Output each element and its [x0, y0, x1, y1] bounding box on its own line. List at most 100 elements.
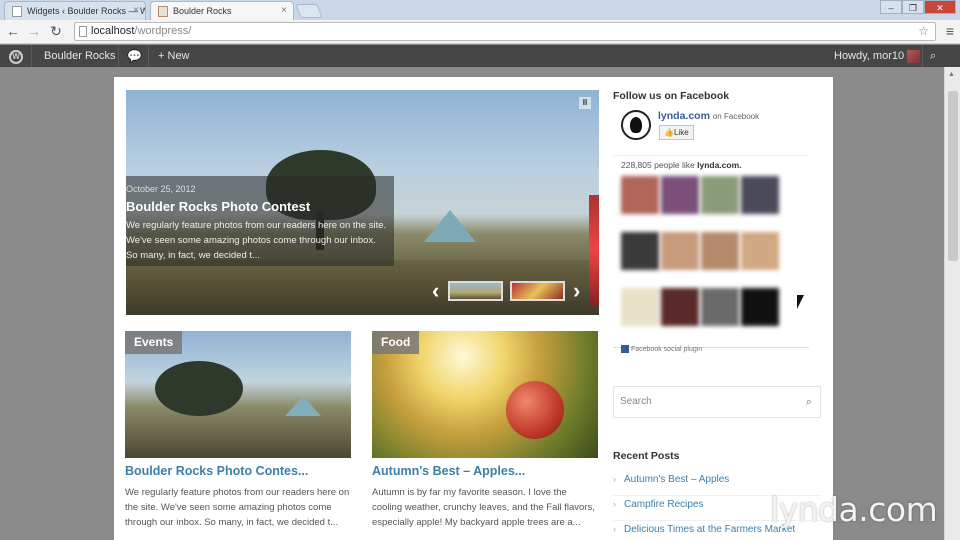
- fb-plugin-label: Facebook social plugin: [631, 345, 703, 353]
- slide-date: October 25, 2012: [126, 184, 196, 194]
- tab-label: Boulder Rocks: [173, 6, 232, 16]
- slide-thumbnail-1[interactable]: [448, 281, 503, 301]
- divider: [148, 45, 149, 67]
- howdy-text: Howdy, mor10: [834, 50, 905, 62]
- address-bar[interactable]: localhost/wordpress/ ☆: [74, 22, 936, 41]
- chevron-right-icon: ›: [613, 524, 616, 534]
- fan-avatar[interactable]: [741, 232, 779, 270]
- fan-avatar[interactable]: [621, 232, 659, 270]
- new-tab-button[interactable]: [295, 4, 323, 18]
- slide-caption: October 25, 2012 Boulder Rocks Photo Con…: [126, 176, 394, 266]
- fan-avatar[interactable]: [621, 288, 659, 326]
- forward-arrow-icon[interactable]: →: [25, 23, 43, 39]
- recent-posts-title: Recent Posts: [613, 450, 680, 462]
- search-icon[interactable]: ⌕: [930, 45, 936, 67]
- fan-avatar[interactable]: [741, 176, 779, 214]
- fb-count-prefix: 228,805 people like: [621, 160, 695, 170]
- facebook-widget-title: Follow us on Facebook: [613, 90, 730, 102]
- recent-post-label: Campfire Recipes: [624, 499, 704, 510]
- category-badge[interactable]: Food: [372, 331, 420, 354]
- scroll-thumb[interactable]: [948, 91, 958, 261]
- fb-page-link[interactable]: lynda.com on Facebook: [658, 110, 759, 122]
- lynda-logo-icon[interactable]: [621, 110, 651, 140]
- page-favicon-icon: [12, 6, 22, 17]
- maximize-icon[interactable]: ❐: [902, 0, 924, 14]
- post-excerpt: Autumn is by far my favorite season. I l…: [372, 487, 595, 528]
- fan-avatar[interactable]: [701, 288, 739, 326]
- fan-avatar[interactable]: [621, 176, 659, 214]
- post-title-link[interactable]: Autumn's Best – Apples...: [372, 464, 598, 478]
- scroll-up-icon[interactable]: ▲: [948, 71, 955, 78]
- thumbnail-tree: [155, 361, 243, 416]
- fb-like-count: 228,805 people like lynda.com.: [613, 155, 809, 170]
- slide-thumbnail-2[interactable]: [510, 281, 565, 301]
- url-host: localhost: [91, 25, 135, 37]
- fb-social-plugin-link[interactable]: Facebook social plugin: [613, 345, 809, 353]
- facebook-like-box: lynda.com on Facebook 👍Like 228,805 peop…: [613, 108, 809, 353]
- close-icon[interactable]: ×: [133, 5, 139, 16]
- fb-count-name: lynda.com.: [697, 160, 742, 170]
- url-path: /wordpress/: [134, 25, 192, 37]
- divider: [118, 45, 119, 67]
- close-icon[interactable]: ×: [281, 5, 287, 16]
- fan-avatar[interactable]: [661, 232, 699, 270]
- window-close-icon[interactable]: ✕: [924, 0, 956, 14]
- avatar: [907, 49, 921, 63]
- thumbnail-apple: [506, 381, 564, 439]
- fb-page-name: lynda.com: [658, 110, 710, 122]
- menu-icon[interactable]: ≡: [946, 23, 954, 39]
- site-name-link[interactable]: Boulder Rocks: [44, 45, 116, 67]
- chevron-right-icon[interactable]: ›: [573, 278, 580, 304]
- howdy-user-menu[interactable]: Howdy, mor10: [834, 45, 921, 67]
- fb-like-button[interactable]: 👍Like: [659, 125, 694, 140]
- mouse-cursor-icon: [797, 295, 804, 309]
- new-content-button[interactable]: + New: [158, 45, 190, 67]
- minimize-icon[interactable]: –: [880, 0, 902, 14]
- sidebar: Follow us on Facebook lynda.com on Faceb…: [613, 90, 821, 535]
- back-arrow-icon[interactable]: ←: [4, 23, 22, 39]
- search-placeholder: Search: [620, 396, 652, 407]
- new-label: New: [167, 50, 190, 62]
- divider: [922, 45, 923, 67]
- window-controls: – ❐ ✕: [880, 0, 956, 14]
- fan-avatar[interactable]: [661, 176, 699, 214]
- divider: [31, 45, 32, 67]
- post-thumbnail[interactable]: Food: [372, 331, 598, 458]
- wordpress-logo-icon[interactable]: W: [6, 45, 26, 67]
- post-excerpt: We regularly feature photos from our rea…: [125, 487, 350, 528]
- tab-widgets[interactable]: Widgets ‹ Boulder Rocks — W ×: [4, 1, 146, 20]
- fan-avatar[interactable]: [701, 232, 739, 270]
- page-icon: [79, 26, 87, 37]
- post-card: Food Autumn's Best – Apples... Autumn is…: [372, 331, 598, 530]
- search-input[interactable]: Search ⌕: [613, 386, 821, 418]
- page-container: II October 25, 2012 Boulder Rocks Photo …: [114, 77, 833, 540]
- post-title-link[interactable]: Boulder Rocks Photo Contes...: [125, 464, 351, 478]
- post-card: Events Boulder Rocks Photo Contes... We …: [125, 331, 351, 530]
- fan-avatar[interactable]: [701, 176, 739, 214]
- bookmark-star-icon[interactable]: ☆: [918, 23, 929, 40]
- search-icon[interactable]: ⌕: [806, 387, 812, 417]
- featured-slider[interactable]: II October 25, 2012 Boulder Rocks Photo …: [126, 90, 599, 315]
- tab-label: Widgets ‹ Boulder Rocks — W: [27, 6, 146, 16]
- wp-admin-bar: W Boulder Rocks 💬 + New Howdy, mor10 ⌕: [0, 45, 960, 67]
- fan-avatar[interactable]: [661, 288, 699, 326]
- comments-bubble-icon[interactable]: 💬: [127, 45, 142, 67]
- reload-icon[interactable]: ↻: [47, 23, 65, 40]
- fb-on-label: on Facebook: [712, 112, 760, 121]
- watermark: lynda.com: [770, 490, 938, 529]
- fb-fan-faces: [621, 176, 809, 341]
- slide-tent-image: [424, 210, 476, 242]
- post-thumbnail[interactable]: Events: [125, 331, 351, 458]
- fan-avatar[interactable]: [741, 288, 779, 326]
- recent-post-label: Autumn's Best – Apples: [624, 474, 730, 485]
- slide-excerpt: We regularly feature photos from our rea…: [126, 220, 387, 261]
- pause-icon[interactable]: II: [579, 97, 591, 109]
- tab-boulder-rocks[interactable]: Boulder Rocks ×: [150, 1, 294, 20]
- vertical-scrollbar[interactable]: ▲: [944, 67, 960, 540]
- facebook-icon: [621, 345, 629, 353]
- category-badge[interactable]: Events: [125, 331, 183, 354]
- browser-tab-strip: Widgets ‹ Boulder Rocks — W × Boulder Ro…: [0, 0, 960, 20]
- chevron-left-icon[interactable]: ‹: [432, 278, 439, 304]
- slide-title[interactable]: Boulder Rocks Photo Contest: [126, 199, 394, 214]
- browser-toolbar: ← → ↻ localhost/wordpress/ ☆ ≡: [0, 20, 960, 44]
